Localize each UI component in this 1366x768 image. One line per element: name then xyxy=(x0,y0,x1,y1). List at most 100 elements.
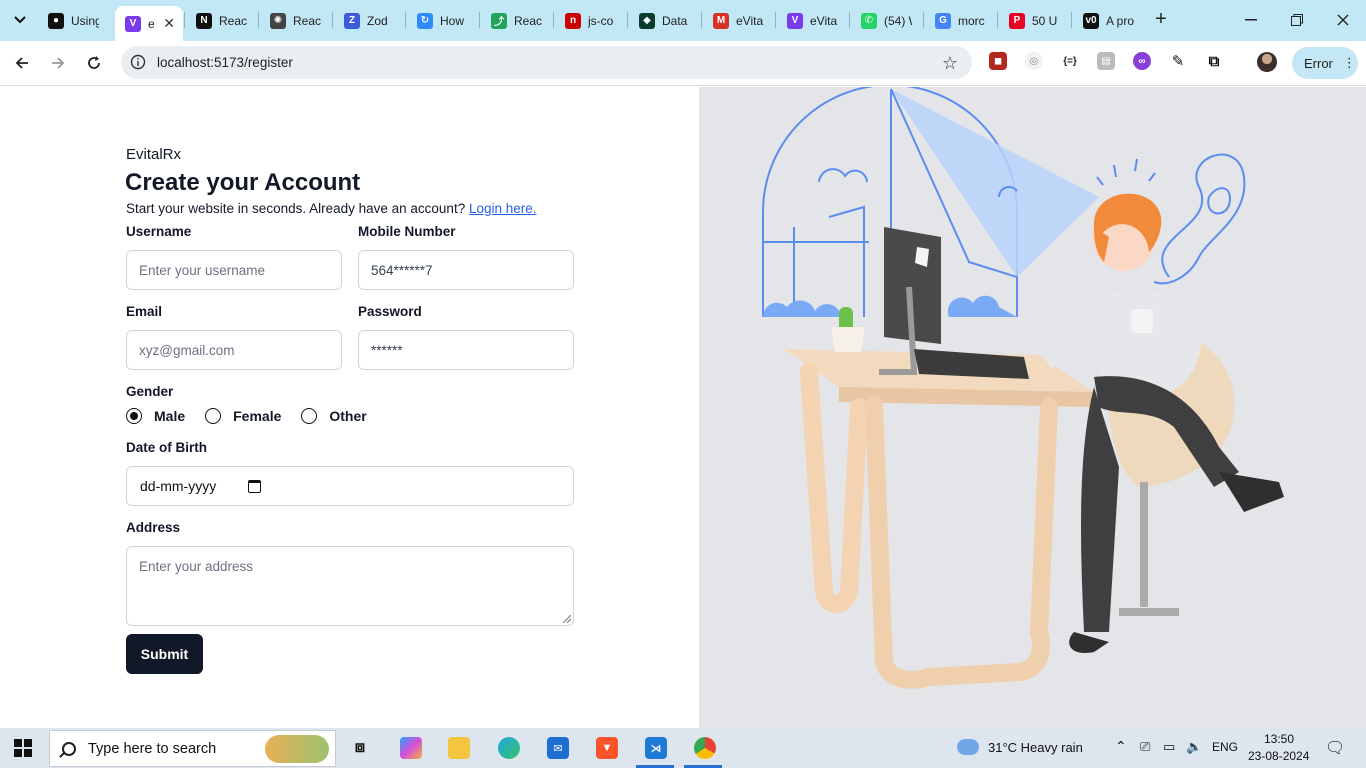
resize-grip-icon[interactable] xyxy=(563,615,571,623)
tab-title: eVita xyxy=(736,13,764,28)
mail-icon[interactable]: ✉ xyxy=(547,737,569,759)
browser-tab[interactable]: P 50 U xyxy=(999,7,1071,34)
browser-tab[interactable]: v0 A pro xyxy=(1073,7,1143,34)
vscode-icon[interactable]: ⋊ xyxy=(645,737,667,759)
battery-icon[interactable]: ▭ xyxy=(1163,739,1175,755)
reload-icon xyxy=(88,56,100,69)
gender-radio-male[interactable] xyxy=(126,408,142,424)
weather-rain-icon[interactable] xyxy=(957,739,979,755)
gender-option-male[interactable]: Male xyxy=(154,408,185,424)
close-window-button[interactable] xyxy=(1331,8,1355,32)
browser-tab[interactable]: ● Using xyxy=(38,7,112,34)
browser-tab[interactable]: ✆ (54) W xyxy=(851,7,923,34)
browser-tab[interactable]: MeVita xyxy=(703,7,775,34)
eyedropper-icon[interactable]: ✎ xyxy=(1169,52,1187,70)
tab-title: (54) W xyxy=(884,13,912,28)
language-indicator[interactable]: ENG xyxy=(1212,740,1238,754)
dob-input[interactable]: dd-mm-yyyy xyxy=(126,466,574,506)
vite-icon: V xyxy=(125,15,141,32)
brave-icon[interactable]: ▼ xyxy=(596,737,618,759)
password-value: ****** xyxy=(371,342,403,358)
tab-separator xyxy=(775,12,776,28)
restore-icon xyxy=(1291,14,1303,26)
tab-separator xyxy=(849,12,850,28)
extensions-puzzle-icon[interactable]: ⧉ xyxy=(1205,52,1223,70)
extension-icon-1[interactable]: ◼ xyxy=(989,52,1007,70)
url-text: localhost:5173/register xyxy=(157,55,293,70)
tab-title: Zod xyxy=(367,13,388,28)
browser-tab[interactable]: ✺ React xyxy=(260,7,332,34)
close-icon xyxy=(1337,14,1349,26)
taskbar-search-box[interactable]: Type here to search xyxy=(49,730,336,767)
back-button[interactable] xyxy=(10,51,34,75)
password-input[interactable]: ****** xyxy=(358,330,574,370)
tab-title: 50 U xyxy=(1032,13,1058,28)
notifications-icon[interactable]: 🗨 xyxy=(1325,738,1345,758)
error-chip-button[interactable]: Error ⋮ xyxy=(1292,47,1358,79)
clock-date[interactable]: 23-08-2024 xyxy=(1248,749,1309,763)
tab-separator xyxy=(701,12,702,28)
file-explorer-icon[interactable] xyxy=(448,737,470,759)
browser-tab[interactable]: ⤴ React xyxy=(481,7,553,34)
github-icon: ● xyxy=(48,12,64,29)
volume-icon[interactable]: 🔈 xyxy=(1186,739,1202,755)
info-icon[interactable] xyxy=(130,54,146,70)
browser-tab[interactable]: N React xyxy=(186,7,258,34)
tab-strip: ● Using VeVitalRx ✕ N React ✺ React Z Zod ↻ How ⤴ Rea… xyxy=(0,0,1366,41)
subtitle: Start your website in seconds. Already h… xyxy=(126,201,537,216)
username-input[interactable]: Enter your username xyxy=(126,250,342,290)
browser-tab[interactable]: Gmorc xyxy=(925,7,997,34)
browser-tab[interactable]: Z Zod xyxy=(334,7,404,34)
address-bar[interactable]: localhost:5173/register ☆ xyxy=(121,46,972,79)
address-textarea[interactable]: Enter your address xyxy=(126,546,574,626)
google-icon: G xyxy=(935,12,951,29)
address-placeholder: Enter your address xyxy=(139,559,254,574)
browser-tab[interactable]: VeVita xyxy=(777,7,849,34)
bookmark-star-icon[interactable]: ☆ xyxy=(942,53,958,74)
extension-icon-5[interactable]: ∞ xyxy=(1133,52,1151,70)
reload-button[interactable] xyxy=(82,51,106,75)
meet-now-icon[interactable]: ⎚ xyxy=(1140,739,1150,755)
edge-icon[interactable] xyxy=(498,737,520,759)
mobile-input[interactable]: 564******7 xyxy=(358,250,574,290)
gender-option-other[interactable]: Other xyxy=(329,408,366,424)
login-link[interactable]: Login here. xyxy=(469,201,537,216)
gender-radio-other[interactable] xyxy=(301,408,318,424)
calendar-icon[interactable] xyxy=(248,479,262,493)
chrome-icon[interactable] xyxy=(694,737,716,759)
weather-text[interactable]: 31°C Heavy rain xyxy=(988,740,1083,755)
gender-option-female[interactable]: Female xyxy=(233,408,281,424)
forward-button[interactable] xyxy=(46,51,70,75)
browser-tab[interactable]: ◆ Data xyxy=(629,7,701,34)
address-label: Address xyxy=(126,520,181,535)
json-extension-icon[interactable]: {=} xyxy=(1061,52,1079,70)
gender-label: Gender xyxy=(126,384,174,399)
profile-avatar[interactable] xyxy=(1257,52,1277,72)
subtitle-text: Start your website in seconds. Already h… xyxy=(126,201,466,216)
tab-search-button[interactable] xyxy=(8,8,32,32)
copilot-icon[interactable] xyxy=(400,737,422,759)
tab-title: React xyxy=(293,13,321,28)
browser-tab[interactable]: ↻ How xyxy=(407,7,479,34)
tab-title: Using xyxy=(71,13,99,28)
new-tab-button[interactable]: + xyxy=(1151,9,1171,29)
tab-title: eVitalRx xyxy=(148,16,154,31)
error-label: Error xyxy=(1304,55,1333,71)
close-tab-icon[interactable]: ✕ xyxy=(163,15,175,32)
extension-icon-2[interactable]: ◎ xyxy=(1025,52,1043,70)
browser-tab[interactable]: n js-co xyxy=(555,7,627,34)
browser-tab[interactable]: VeVitalRx ✕ xyxy=(115,6,183,41)
submit-button[interactable]: Submit xyxy=(126,634,203,674)
mobile-value: 564******7 xyxy=(371,262,433,278)
clock-time[interactable]: 13:50 xyxy=(1264,732,1294,746)
start-button[interactable] xyxy=(14,739,32,757)
extension-icon-4[interactable]: ▤ xyxy=(1097,52,1115,70)
tab-title: js-co xyxy=(588,13,614,28)
email-input[interactable]: xyz@gmail.com xyxy=(126,330,342,370)
restore-button[interactable] xyxy=(1285,8,1309,32)
tab-title: eVita xyxy=(810,13,838,28)
gender-radio-female[interactable] xyxy=(205,408,222,424)
minimize-button[interactable] xyxy=(1239,8,1263,32)
chevron-up-icon[interactable]: ⌃ xyxy=(1115,738,1127,755)
task-view-icon[interactable]: ⧈ xyxy=(349,737,371,759)
